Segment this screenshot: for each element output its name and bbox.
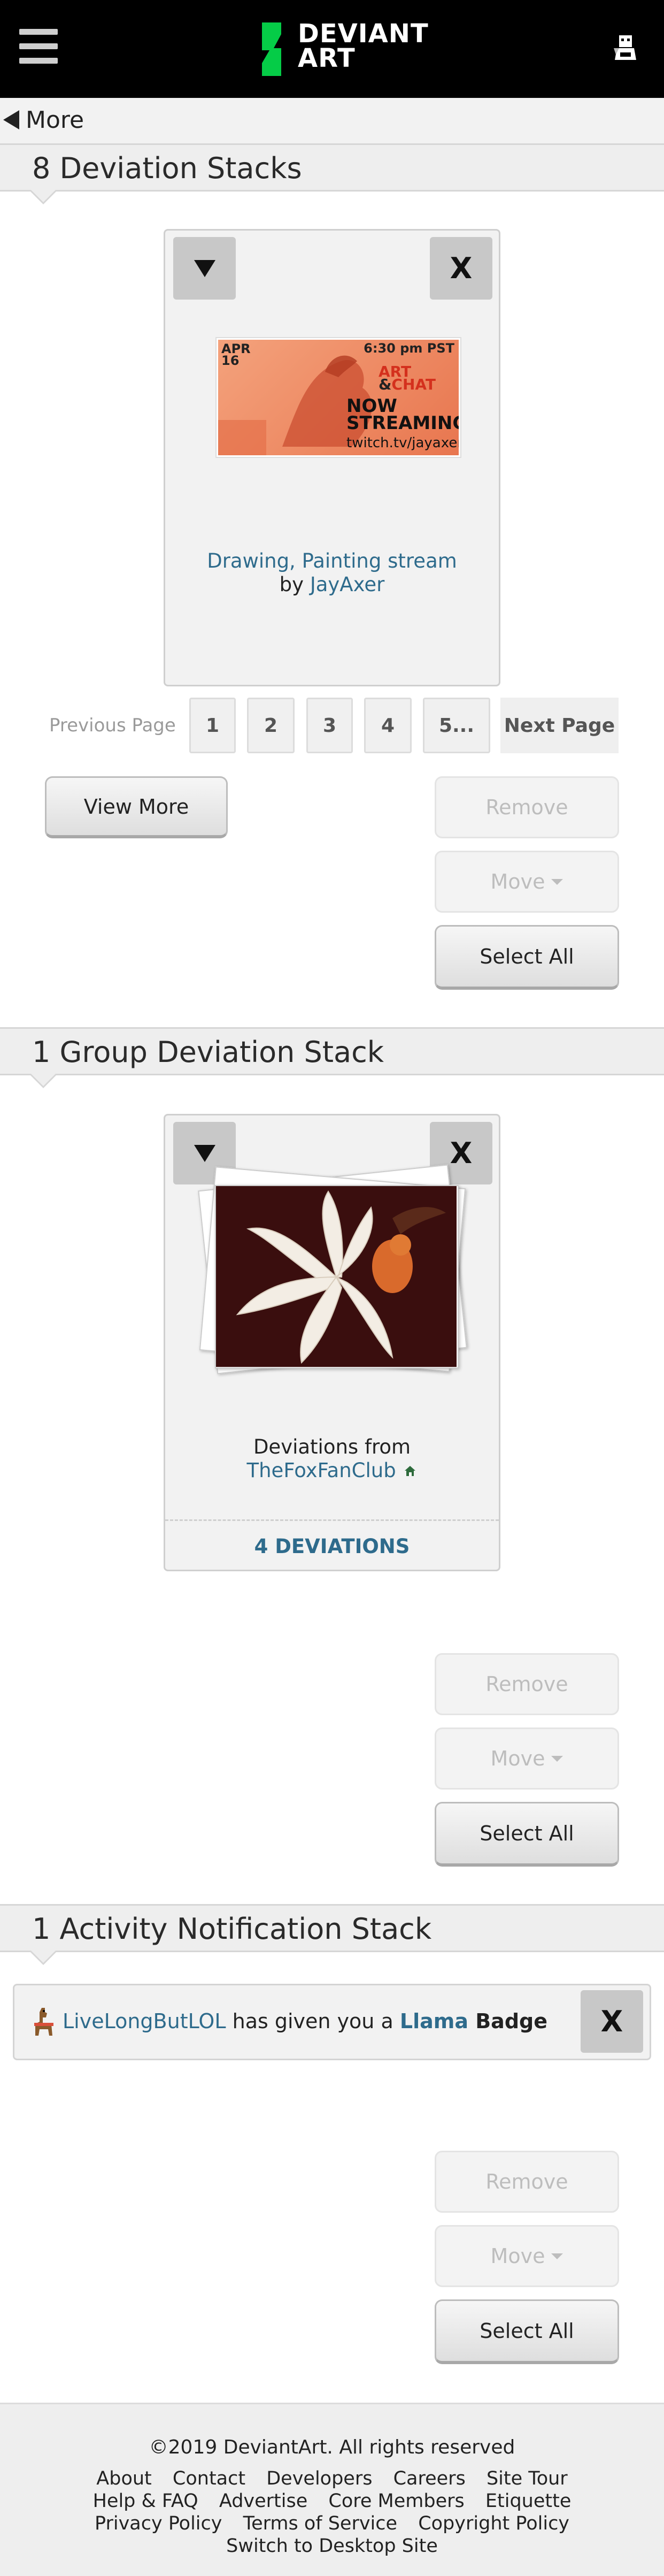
group-card: X Deviations from TheFoxFanClub 4 DEVIAT… (164, 1114, 500, 1571)
footer-link-etiquette[interactable]: Etiquette (485, 2490, 571, 2512)
section-title: 1 Activity Notification Stack (32, 1912, 432, 1946)
footer-links: About Contact Developers Careers Site To… (32, 2467, 632, 2557)
deviation-stacks-header: 8 Deviation Stacks (0, 143, 664, 204)
group-stack-header: 1 Group Deviation Stack (0, 1027, 664, 1088)
group-thumbnail[interactable] (215, 1185, 459, 1369)
remove-button[interactable]: Remove (435, 776, 619, 838)
back-arrow-icon (3, 110, 19, 129)
more-bar (0, 98, 664, 143)
deviation-title-link[interactable]: Drawing, Painting stream (165, 549, 499, 573)
previous-page: Previous Page (49, 715, 176, 736)
stream-thumbnail[interactable]: APR 16 6:30 pm PST ART &CHAT NOW STREAMI… (217, 338, 460, 457)
close-button[interactable]: X (581, 1990, 643, 2053)
deviantart-logo-icon (262, 22, 281, 76)
deviation-caption: Drawing, Painting stream by JayAxer (165, 549, 499, 597)
move-button[interactable]: Move (435, 851, 619, 913)
page-2-button[interactable]: 2 (247, 698, 295, 753)
section-title: 8 Deviation Stacks (32, 151, 302, 185)
caret-down-icon (551, 2253, 563, 2259)
move-button[interactable]: Move (435, 1727, 619, 1790)
move-button[interactable]: Move (435, 2225, 619, 2287)
caret-down-icon (551, 1755, 563, 1762)
more-label: More (26, 106, 84, 134)
activity-stack-header: 1 Activity Notification Stack (0, 1904, 664, 1965)
copyright-text: ©2019 DeviantArt. All rights reserved (149, 2436, 515, 2458)
footer-link-advertise[interactable]: Advertise (219, 2490, 307, 2512)
section-title: 1 Group Deviation Stack (32, 1035, 384, 1069)
next-page-button[interactable]: Next Page (500, 698, 619, 753)
page-more-button[interactable]: 5... (423, 698, 490, 753)
deviation-count-link[interactable]: 4 DEVIATIONS (165, 1535, 499, 1558)
remove-button[interactable]: Remove (435, 1653, 619, 1715)
page-3-button[interactable]: 3 (306, 698, 353, 753)
select-all-button[interactable]: Select All (435, 1802, 619, 1867)
footer-link-contact[interactable]: Contact (173, 2467, 245, 2490)
select-all-button[interactable]: Select All (435, 2299, 619, 2364)
remove-button[interactable]: Remove (435, 2151, 619, 2213)
footer-link-desktop[interactable]: Switch to Desktop Site (226, 2535, 438, 2557)
notification-user-link[interactable]: LiveLongButLOL (63, 2009, 226, 2033)
llama-badge-icon (34, 2008, 53, 2036)
footer-link-careers[interactable]: Careers (393, 2467, 466, 2490)
triangle-down-icon (194, 1144, 215, 1162)
notification-item: LiveLongButLOL has given you a Llama Bad… (13, 1984, 651, 2060)
menu-icon[interactable] (19, 29, 58, 64)
triangle-down-icon (194, 259, 215, 277)
page-4-button[interactable]: 4 (364, 698, 412, 753)
select-all-button[interactable]: Select All (435, 925, 619, 990)
author-link[interactable]: JayAxer (310, 573, 385, 596)
notification-text: LiveLongButLOL has given you a Llama Bad… (63, 2009, 547, 2033)
group-caption: Deviations from TheFoxFanClub (165, 1435, 499, 1482)
close-button[interactable]: X (430, 237, 492, 300)
caret-down-icon (551, 878, 563, 885)
logo-line-1: DEVIANT (298, 19, 429, 49)
deviantart-logo[interactable]: DEVIANT ART (247, 21, 439, 76)
top-bar: DEVIANT ART (0, 0, 664, 98)
footer-link-help[interactable]: Help & FAQ (93, 2490, 198, 2512)
footer-link-about[interactable]: About (96, 2467, 151, 2490)
footer-link-copyright[interactable]: Copyright Policy (418, 2512, 569, 2535)
group-house-icon (404, 1466, 415, 1476)
logo-wordmark: DEVIANT ART (298, 21, 429, 71)
footer-link-developers[interactable]: Developers (266, 2467, 372, 2490)
page-1-button[interactable]: 1 (189, 698, 236, 753)
logo-line-2: ART (298, 43, 356, 73)
user-avatar[interactable] (609, 32, 642, 64)
deviation-card: X APR 16 6:30 pm PST ART &CHAT NOW STREA… (164, 229, 500, 686)
view-more-button[interactable]: View More (45, 776, 228, 838)
group-name-link[interactable]: TheFoxFanClub (247, 1459, 396, 1482)
footer-link-site-tour[interactable]: Site Tour (487, 2467, 568, 2490)
collapse-button[interactable] (173, 237, 236, 300)
footer-link-privacy[interactable]: Privacy Policy (95, 2512, 222, 2535)
footer-link-core-members[interactable]: Core Members (328, 2490, 464, 2512)
more-link[interactable]: More (3, 106, 84, 134)
footer-link-terms[interactable]: Terms of Service (243, 2512, 397, 2535)
badge-link[interactable]: Llama (400, 2009, 468, 2033)
